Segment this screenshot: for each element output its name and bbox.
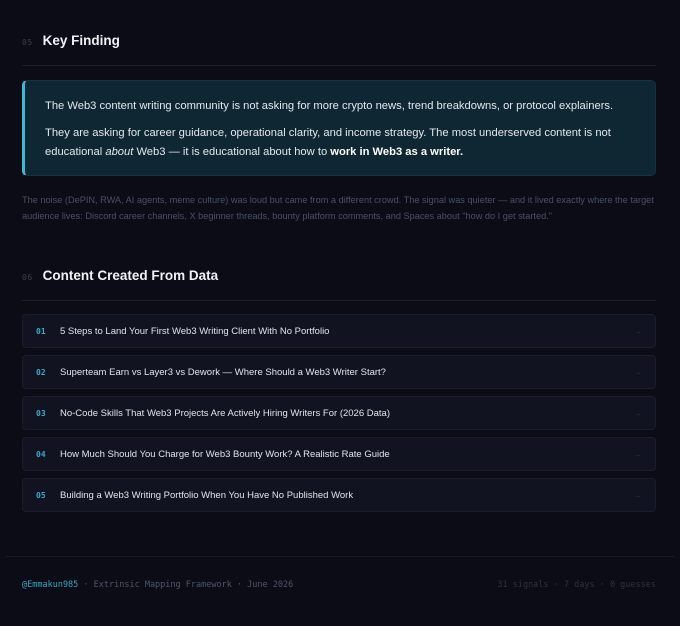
callout-paragraph-1: The Web3 content writing community is no…: [45, 100, 614, 112]
footer: @Emmakun985 · Extrinsic Mapping Framewor…: [22, 580, 656, 590]
item-number: 05: [36, 490, 46, 500]
section-title: Key Finding: [42, 33, 120, 48]
noise-paragraph: The noise (DePIN, RWA, AI agents, meme c…: [22, 195, 654, 221]
section-number: 06: [22, 273, 33, 282]
callout-strong: work in Web3 as a writer.: [330, 146, 464, 158]
content-list: 01 5 Steps to Land Your First Web3 Writi…: [22, 314, 656, 519]
section-content-created: 06 Content Created From Data: [22, 268, 656, 301]
item-title: Superteam Earn vs Layer3 vs Dework — Whe…: [60, 366, 386, 378]
arrow-right-icon: →: [633, 449, 642, 459]
list-item[interactable]: 04 How Much Should You Charge for Web3 B…: [22, 437, 656, 471]
callout-text-b: Web3 — it is educational about how to: [133, 146, 331, 158]
section-divider: [22, 65, 656, 66]
item-number: 04: [36, 449, 46, 459]
footer-divider: [6, 556, 674, 557]
item-title: How Much Should You Charge for Web3 Boun…: [60, 448, 390, 460]
key-finding-callout: The Web3 content writing community is no…: [22, 80, 656, 176]
author-handle-link[interactable]: @Emmakun985: [22, 580, 78, 590]
arrow-right-icon: →: [633, 490, 642, 500]
arrow-right-icon: →: [633, 367, 642, 377]
section-header: 06 Content Created From Data: [22, 268, 656, 296]
item-title: No-Code Skills That Web3 Projects Are Ac…: [60, 407, 390, 419]
item-title: 5 Steps to Land Your First Web3 Writing …: [60, 325, 330, 337]
callout-paragraph-2: They are asking for career guidance, ope…: [45, 124, 635, 162]
footer-credit: @Emmakun985 · Extrinsic Mapping Framewor…: [22, 580, 293, 590]
list-item[interactable]: 02 Superteam Earn vs Layer3 vs Dework — …: [22, 355, 656, 389]
callout-emphasis: about: [105, 146, 134, 158]
arrow-right-icon: →: [633, 326, 642, 336]
item-number: 01: [36, 326, 46, 336]
list-item[interactable]: 05 Building a Web3 Writing Portfolio Whe…: [22, 478, 656, 512]
section-divider: [22, 300, 656, 301]
list-item[interactable]: 01 5 Steps to Land Your First Web3 Writi…: [22, 314, 656, 348]
list-item[interactable]: 03 No-Code Skills That Web3 Projects Are…: [22, 396, 656, 430]
item-title: Building a Web3 Writing Portfolio When Y…: [60, 489, 354, 501]
item-number: 02: [36, 367, 46, 377]
footer-meta: · Extrinsic Mapping Framework · June 202…: [78, 580, 294, 590]
item-number: 03: [36, 408, 46, 418]
section-title: Content Created From Data: [42, 268, 219, 283]
section-key-finding: 05 Key Finding: [22, 33, 656, 66]
section-number: 05: [22, 38, 33, 47]
arrow-right-icon: →: [633, 408, 642, 418]
section-header: 05 Key Finding: [22, 33, 656, 61]
footer-stats: 31 signals · 7 days · 0 guesses: [497, 580, 656, 590]
